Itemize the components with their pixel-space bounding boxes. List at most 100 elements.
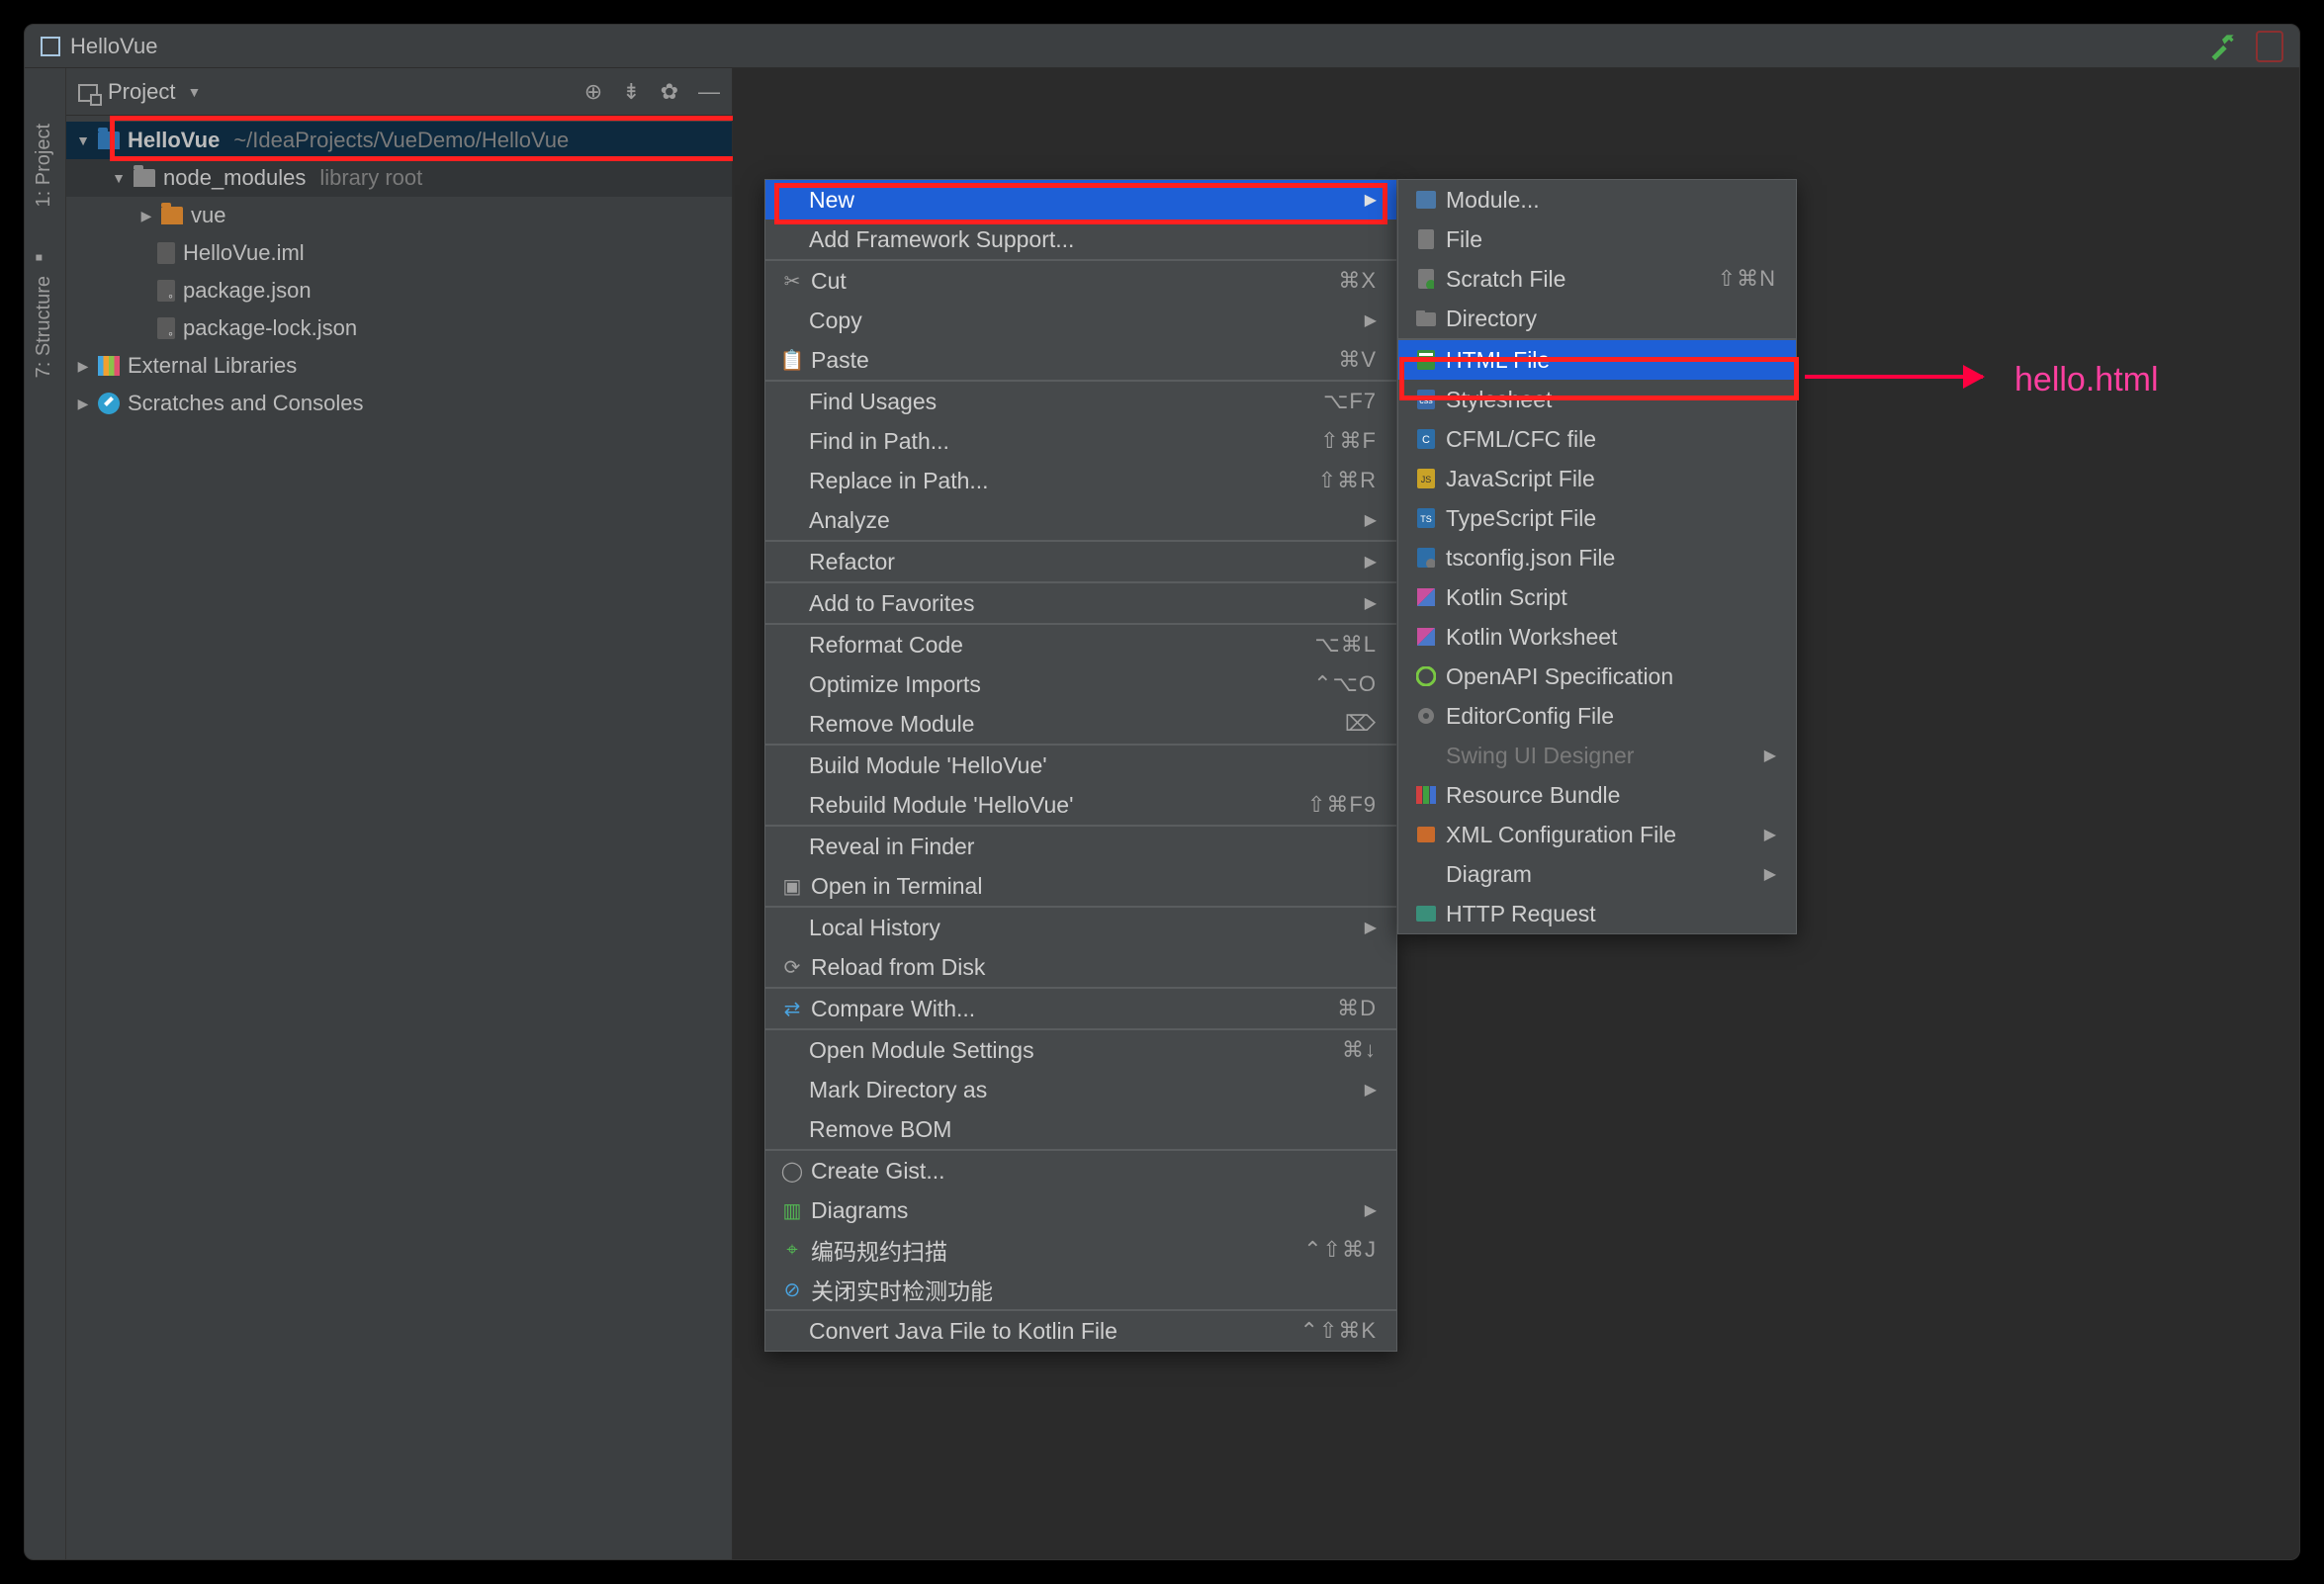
annotation-arrow: [1805, 375, 1983, 379]
submenu-icon: ▶: [1365, 918, 1377, 937]
window-title: HelloVue: [70, 34, 157, 59]
menu-diagrams[interactable]: ▥Diagrams▶: [765, 1190, 1396, 1230]
tree-label: package-lock.json: [183, 315, 357, 341]
expander-icon[interactable]: ▶: [76, 358, 90, 375]
project-dropdown[interactable]: Project: [108, 79, 175, 105]
gear-icon[interactable]: ✿: [661, 79, 678, 105]
menu-find-usages[interactable]: Find Usages⌥F7: [765, 382, 1396, 421]
menu-convert-kotlin[interactable]: Convert Java File to Kotlin File⌃⇧⌘K: [765, 1311, 1396, 1351]
js-icon: JS: [1412, 469, 1440, 488]
npm-icon: [157, 280, 175, 302]
menu-add-framework[interactable]: Add Framework Support...: [765, 220, 1396, 259]
tree-pkglock[interactable]: package-lock.json: [66, 309, 732, 347]
tree-label: HelloVue.iml: [183, 240, 305, 266]
stop-indicator-icon[interactable]: [2256, 31, 2283, 62]
file-icon: [157, 242, 175, 264]
menu-copy[interactable]: Copy▶: [765, 301, 1396, 340]
new-directory[interactable]: Directory: [1398, 299, 1796, 338]
tree-label: HelloVue: [128, 128, 220, 153]
expander-icon[interactable]: ▶: [76, 396, 90, 412]
menu-remove-module[interactable]: Remove Module⌦: [765, 704, 1396, 744]
target-icon[interactable]: ⊕: [584, 79, 602, 105]
menu-refactor[interactable]: Refactor▶: [765, 542, 1396, 581]
libraries-icon: [98, 356, 120, 376]
chevron-down-icon[interactable]: ▼: [187, 84, 201, 100]
project-view-icon: [78, 84, 98, 102]
project-tree[interactable]: ▼ HelloVue ~/IdeaProjects/VueDemo/HelloV…: [66, 116, 732, 428]
tree-iml[interactable]: HelloVue.iml: [66, 234, 732, 272]
tree-vue[interactable]: ▶ vue: [66, 197, 732, 234]
terminal-icon: ▣: [779, 874, 805, 899]
new-diagram[interactable]: Diagram▶: [1398, 854, 1796, 894]
menu-add-favorites[interactable]: Add to Favorites▶: [765, 583, 1396, 623]
collapse-icon[interactable]: ⇟: [622, 79, 640, 105]
menu-local-history[interactable]: Local History▶: [765, 908, 1396, 947]
new-stylesheet[interactable]: cssStylesheet: [1398, 380, 1796, 419]
tree-scratches[interactable]: ▶ Scratches and Consoles: [66, 385, 732, 422]
new-module[interactable]: Module...: [1398, 180, 1796, 220]
annotation-label: hello.html: [2014, 361, 2159, 399]
menu-build-module[interactable]: Build Module 'HelloVue': [765, 746, 1396, 785]
menu-reveal[interactable]: Reveal in Finder: [765, 827, 1396, 866]
gear-icon: [1412, 706, 1440, 726]
submenu-icon: ▶: [1365, 1200, 1377, 1220]
new-tsconfig[interactable]: tsconfig.json File: [1398, 538, 1796, 577]
menu-create-gist[interactable]: ◯Create Gist...: [765, 1151, 1396, 1190]
menu-scan[interactable]: ⌖编码规约扫描⌃⇧⌘J: [765, 1230, 1396, 1270]
project-tool-tab[interactable]: 1: Project: [33, 124, 55, 207]
tree-label: Scratches and Consoles: [128, 391, 363, 416]
new-kotlin-script[interactable]: Kotlin Script: [1398, 577, 1796, 617]
openapi-icon: [1412, 666, 1440, 686]
menu-rebuild-module[interactable]: Rebuild Module 'HelloVue'⇧⌘F9: [765, 785, 1396, 825]
folder-icon: [1412, 310, 1440, 326]
menu-new[interactable]: New▶: [765, 180, 1396, 220]
menu-compare[interactable]: ⇄Compare With...⌘D: [765, 989, 1396, 1028]
menu-paste[interactable]: 📋Paste⌘V: [765, 340, 1396, 380]
context-menu: New▶ Add Framework Support... ✂Cut⌘X Cop…: [764, 179, 1397, 1352]
new-cfml[interactable]: CCFML/CFC file: [1398, 419, 1796, 459]
menu-analyze[interactable]: Analyze▶: [765, 500, 1396, 540]
menu-cut[interactable]: ✂Cut⌘X: [765, 261, 1396, 301]
tree-root[interactable]: ▼ HelloVue ~/IdeaProjects/VueDemo/HelloV…: [66, 122, 732, 159]
menu-find-in-path[interactable]: Find in Path...⇧⌘F: [765, 421, 1396, 461]
expander-icon[interactable]: ▶: [139, 208, 153, 224]
tree-pkgjson[interactable]: package.json: [66, 272, 732, 309]
tree-label: package.json: [183, 278, 312, 304]
new-http-request[interactable]: HTTP Request: [1398, 894, 1796, 933]
new-xml-config[interactable]: XML Configuration File▶: [1398, 815, 1796, 854]
new-ts-file[interactable]: TSTypeScript File: [1398, 498, 1796, 538]
hide-icon[interactable]: —: [698, 79, 720, 105]
menu-open-terminal[interactable]: ▣Open in Terminal: [765, 866, 1396, 906]
menu-optimize-imports[interactable]: Optimize Imports⌃⌥O: [765, 664, 1396, 704]
github-icon: ◯: [779, 1159, 805, 1184]
menu-replace-in-path[interactable]: Replace in Path...⇧⌘R: [765, 461, 1396, 500]
new-resource-bundle[interactable]: Resource Bundle: [1398, 775, 1796, 815]
new-scratch[interactable]: Scratch File⇧⌘N: [1398, 259, 1796, 299]
structure-tool-tab[interactable]: 7: Structure: [33, 276, 55, 378]
kotlin-icon: [1412, 628, 1440, 646]
new-openapi[interactable]: OpenAPI Specification: [1398, 657, 1796, 696]
menu-close-rt[interactable]: ⊘关闭实时检测功能: [765, 1270, 1396, 1309]
css-icon: css: [1412, 390, 1440, 409]
menu-reformat[interactable]: Reformat Code⌥⌘L: [765, 625, 1396, 664]
new-kotlin-ws[interactable]: Kotlin Worksheet: [1398, 617, 1796, 657]
left-tool-rail: 1: Project ▪ 7: Structure: [25, 68, 66, 1559]
menu-reload-disk[interactable]: ⟳Reload from Disk: [765, 947, 1396, 987]
build-hammer-icon[interactable]: [2208, 33, 2236, 60]
expander-icon[interactable]: ▼: [76, 132, 90, 148]
menu-remove-bom[interactable]: Remove BOM: [765, 1109, 1396, 1149]
new-file[interactable]: File: [1398, 220, 1796, 259]
menu-open-module-settings[interactable]: Open Module Settings⌘↓: [765, 1030, 1396, 1070]
menu-mark-directory[interactable]: Mark Directory as▶: [765, 1070, 1396, 1109]
project-panel-header: Project ▼ ⊕ ⇟ ✿ —: [66, 68, 732, 116]
tree-node-modules[interactable]: ▼ node_modules library root: [66, 159, 732, 197]
svg-text:C: C: [1422, 434, 1430, 446]
submenu-icon: ▶: [1365, 552, 1377, 572]
new-js-file[interactable]: JSJavaScript File: [1398, 459, 1796, 498]
new-html-file[interactable]: HTML File: [1398, 340, 1796, 380]
new-editorconfig[interactable]: EditorConfig File: [1398, 696, 1796, 736]
expander-icon[interactable]: ▼: [112, 170, 126, 186]
new-swing[interactable]: Swing UI Designer▶: [1398, 736, 1796, 775]
tree-extlibs[interactable]: ▶ External Libraries: [66, 347, 732, 385]
html-icon: [1412, 350, 1440, 370]
